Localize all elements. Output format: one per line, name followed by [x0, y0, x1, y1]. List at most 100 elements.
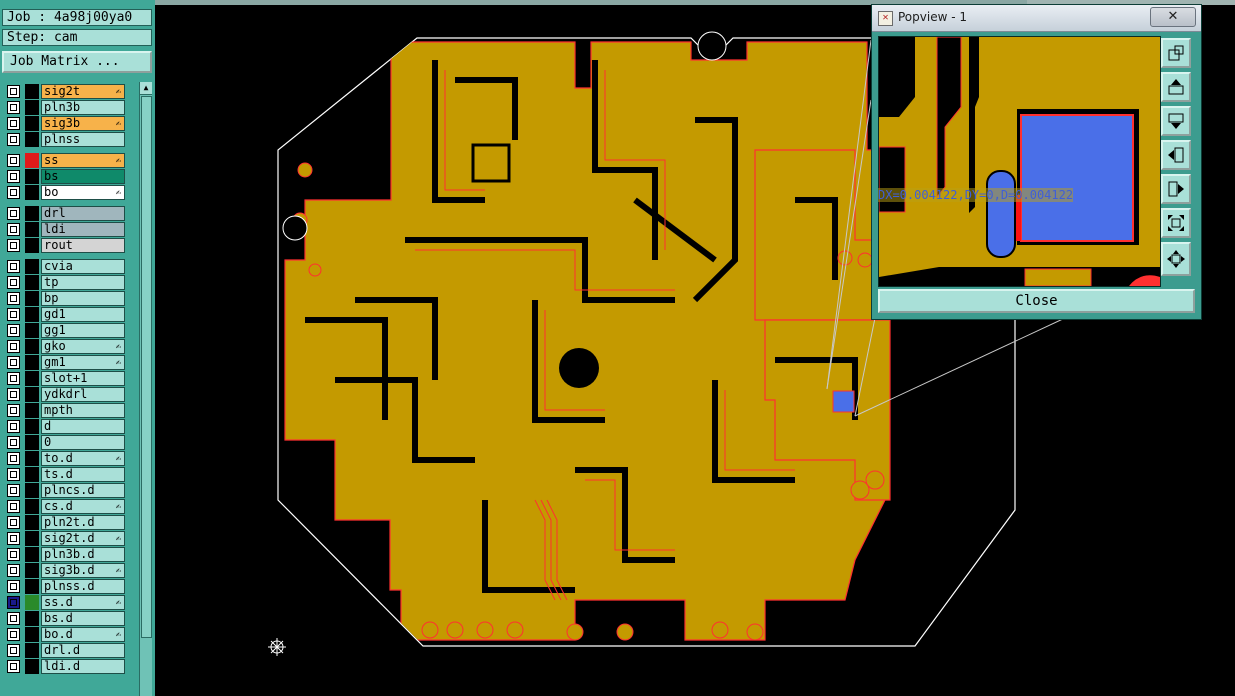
- layer-color-swatch[interactable]: [25, 611, 39, 626]
- layer-row[interactable]: 0: [3, 435, 125, 450]
- layer-color-swatch[interactable]: [25, 531, 39, 546]
- layer-name[interactable]: bs.d: [41, 611, 125, 626]
- layer-name[interactable]: gg1: [41, 323, 125, 338]
- layer-color-swatch[interactable]: [25, 355, 39, 370]
- layer-color-swatch[interactable]: [25, 627, 39, 642]
- pan-down-button[interactable]: [1161, 106, 1191, 136]
- layer-name[interactable]: sig3b ✍: [41, 116, 125, 131]
- layer-row[interactable]: drl: [3, 206, 125, 221]
- layer-checkbox[interactable]: [7, 500, 20, 513]
- layer-name[interactable]: gm1 ✍: [41, 355, 125, 370]
- layer-name[interactable]: plnss.d: [41, 579, 125, 594]
- layer-name[interactable]: sig3b.d ✍: [41, 563, 125, 578]
- layer-row[interactable]: ts.d: [3, 467, 125, 482]
- zoom-out-button[interactable]: [1161, 208, 1191, 238]
- layer-name[interactable]: gd1: [41, 307, 125, 322]
- layer-color-swatch[interactable]: [25, 206, 39, 221]
- layer-name[interactable]: bs: [41, 169, 125, 184]
- layer-checkbox[interactable]: [7, 420, 20, 433]
- layer-row[interactable]: ss ✍: [3, 153, 125, 168]
- layer-name[interactable]: drl.d: [41, 643, 125, 658]
- layer-color-swatch[interactable]: [25, 499, 39, 514]
- layer-row[interactable]: to.d ✍: [3, 451, 125, 466]
- layer-color-swatch[interactable]: [25, 515, 39, 530]
- window-close-button[interactable]: ✕: [1150, 7, 1196, 27]
- layer-name[interactable]: ss.d ✍: [41, 595, 125, 610]
- layer-name[interactable]: rout: [41, 238, 125, 253]
- layer-row[interactable]: tp: [3, 275, 125, 290]
- layer-checkbox[interactable]: [7, 388, 20, 401]
- layer-checkbox[interactable]: [7, 223, 20, 236]
- layer-color-swatch[interactable]: [25, 387, 39, 402]
- layer-checkbox[interactable]: [7, 154, 20, 167]
- layer-color-swatch[interactable]: [25, 419, 39, 434]
- layer-color-swatch[interactable]: [25, 371, 39, 386]
- layer-color-swatch[interactable]: [25, 403, 39, 418]
- layer-row[interactable]: slot+1: [3, 371, 125, 386]
- layer-color-swatch[interactable]: [25, 339, 39, 354]
- popview-zoom-area[interactable]: [878, 36, 1161, 287]
- popview-titlebar[interactable]: ✕ Popview - 1 ✕: [872, 5, 1201, 32]
- layer-name[interactable]: to.d ✍: [41, 451, 125, 466]
- pan-up-button[interactable]: [1161, 72, 1191, 102]
- layer-checkbox[interactable]: [7, 404, 20, 417]
- layer-name[interactable]: cvia: [41, 259, 125, 274]
- layer-name[interactable]: pln3b: [41, 100, 125, 115]
- layer-checkbox[interactable]: [7, 207, 20, 220]
- layer-row[interactable]: pln3b: [3, 100, 125, 115]
- layer-name[interactable]: ldi: [41, 222, 125, 237]
- layer-checkbox[interactable]: [7, 186, 20, 199]
- layer-color-swatch[interactable]: [25, 563, 39, 578]
- layer-checkbox[interactable]: [7, 452, 20, 465]
- zoom-fit-button[interactable]: [1161, 242, 1191, 276]
- layer-checkbox[interactable]: [7, 516, 20, 529]
- layer-color-swatch[interactable]: [25, 222, 39, 237]
- layer-color-swatch[interactable]: [25, 323, 39, 338]
- layer-color-swatch[interactable]: [25, 643, 39, 658]
- layer-name[interactable]: bp: [41, 291, 125, 306]
- layer-checkbox[interactable]: [7, 117, 20, 130]
- layer-color-swatch[interactable]: [25, 275, 39, 290]
- layer-checkbox[interactable]: [7, 85, 20, 98]
- layer-row[interactable]: gko ✍: [3, 339, 125, 354]
- layer-name[interactable]: bo ✍: [41, 185, 125, 200]
- layer-color-swatch[interactable]: [25, 169, 39, 184]
- layer-color-swatch[interactable]: [25, 100, 39, 115]
- layer-name[interactable]: ts.d: [41, 467, 125, 482]
- layer-color-swatch[interactable]: [25, 659, 39, 674]
- layer-checkbox[interactable]: [7, 612, 20, 625]
- layer-row[interactable]: ldi: [3, 222, 125, 237]
- layer-color-swatch[interactable]: [25, 84, 39, 99]
- layer-checkbox[interactable]: [7, 308, 20, 321]
- layer-checkbox[interactable]: [7, 276, 20, 289]
- layer-name[interactable]: ldi.d: [41, 659, 125, 674]
- popview-close-button[interactable]: Close: [878, 289, 1195, 313]
- scroll-up-arrow-icon[interactable]: ▲: [140, 82, 152, 95]
- layer-checkbox[interactable]: [7, 372, 20, 385]
- layer-checkbox[interactable]: [7, 324, 20, 337]
- layer-checkbox[interactable]: [7, 564, 20, 577]
- layer-row[interactable]: gg1: [3, 323, 125, 338]
- layer-checkbox[interactable]: [7, 170, 20, 183]
- layer-color-swatch[interactable]: [25, 595, 39, 610]
- layer-color-swatch[interactable]: [25, 435, 39, 450]
- layer-row[interactable]: plnss.d: [3, 579, 125, 594]
- layer-checkbox[interactable]: [7, 101, 20, 114]
- layer-checkbox[interactable]: [7, 133, 20, 146]
- layer-color-swatch[interactable]: [25, 307, 39, 322]
- layer-row[interactable]: ss.d ✍: [3, 595, 125, 610]
- layer-row[interactable]: cs.d ✍: [3, 499, 125, 514]
- pan-left-button[interactable]: [1161, 140, 1191, 170]
- layer-name[interactable]: drl: [41, 206, 125, 221]
- layer-row[interactable]: drl.d: [3, 643, 125, 658]
- layer-name[interactable]: cs.d ✍: [41, 499, 125, 514]
- layer-color-swatch[interactable]: [25, 238, 39, 253]
- layer-color-swatch[interactable]: [25, 483, 39, 498]
- layer-row[interactable]: mpth: [3, 403, 125, 418]
- layer-row[interactable]: bo ✍: [3, 185, 125, 200]
- layer-row[interactable]: pln2t.d: [3, 515, 125, 530]
- layer-checkbox[interactable]: [7, 580, 20, 593]
- layer-checkbox[interactable]: [7, 260, 20, 273]
- layer-row[interactable]: rout: [3, 238, 125, 253]
- layer-row[interactable]: ydkdrl: [3, 387, 125, 402]
